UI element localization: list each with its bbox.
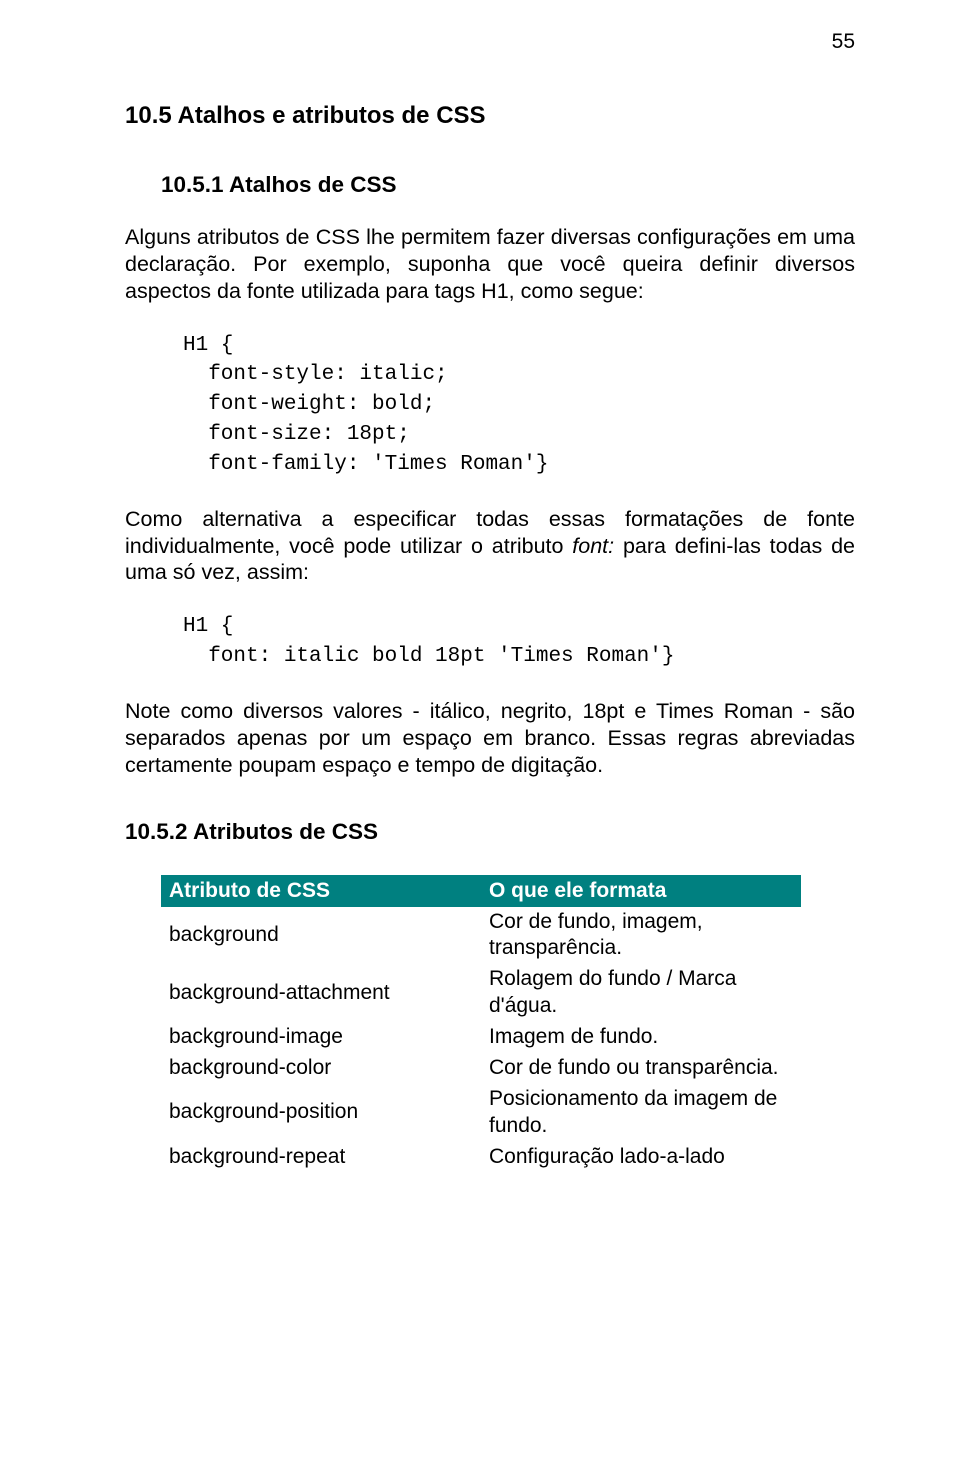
cell-description: Posicionamento da imagem de fundo. (481, 1084, 801, 1142)
cell-description: Cor de fundo, imagem, transparência. (481, 907, 801, 965)
italic-font-keyword: font: (572, 534, 614, 558)
table-header-description: O que ele formata (481, 875, 801, 907)
heading-section: 10.5 Atalhos e atributos de CSS (125, 102, 855, 130)
table-row: background Cor de fundo, imagem, transpa… (161, 907, 801, 965)
cell-description: Cor de fundo ou transparência. (481, 1053, 801, 1084)
cell-description: Imagem de fundo. (481, 1022, 801, 1053)
paragraph-intro: Alguns atributos de CSS lhe permitem faz… (125, 224, 855, 305)
code-block-1: H1 { font-style: italic; font-weight: bo… (183, 331, 855, 480)
paragraph-alternative: Como alternativa a especificar todas ess… (125, 506, 855, 587)
heading-subsection-2: 10.5.2 Atributos de CSS (125, 819, 855, 845)
cell-attribute: background-position (161, 1084, 481, 1142)
code-block-2: H1 { font: italic bold 18pt 'Times Roman… (183, 612, 855, 672)
attributes-table: Atributo de CSS O que ele formata backgr… (161, 875, 801, 1173)
page-number: 55 (832, 30, 855, 54)
page-body: 10.5 Atalhos e atributos de CSS 10.5.1 A… (125, 102, 855, 1172)
table-row: background-attachment Rolagem do fundo /… (161, 964, 801, 1022)
table-header-attribute: Atributo de CSS (161, 875, 481, 907)
cell-attribute: background-repeat (161, 1142, 481, 1173)
table-row: background-position Posicionamento da im… (161, 1084, 801, 1142)
cell-description: Rolagem do fundo / Marca d'água. (481, 964, 801, 1022)
cell-attribute: background-attachment (161, 964, 481, 1022)
paragraph-note: Note como diversos valores - itálico, ne… (125, 698, 855, 779)
attributes-table-wrap: Atributo de CSS O que ele formata backgr… (161, 875, 855, 1173)
heading-subsection-1: 10.5.1 Atalhos de CSS (161, 172, 855, 198)
table-row: background-repeat Configuração lado-a-la… (161, 1142, 801, 1173)
table-row: background-color Cor de fundo ou transpa… (161, 1053, 801, 1084)
cell-attribute: background-color (161, 1053, 481, 1084)
table-header-row: Atributo de CSS O que ele formata (161, 875, 801, 907)
table-row: background-image Imagem de fundo. (161, 1022, 801, 1053)
cell-attribute: background (161, 907, 481, 965)
cell-attribute: background-image (161, 1022, 481, 1053)
cell-description: Configuração lado-a-lado (481, 1142, 801, 1173)
